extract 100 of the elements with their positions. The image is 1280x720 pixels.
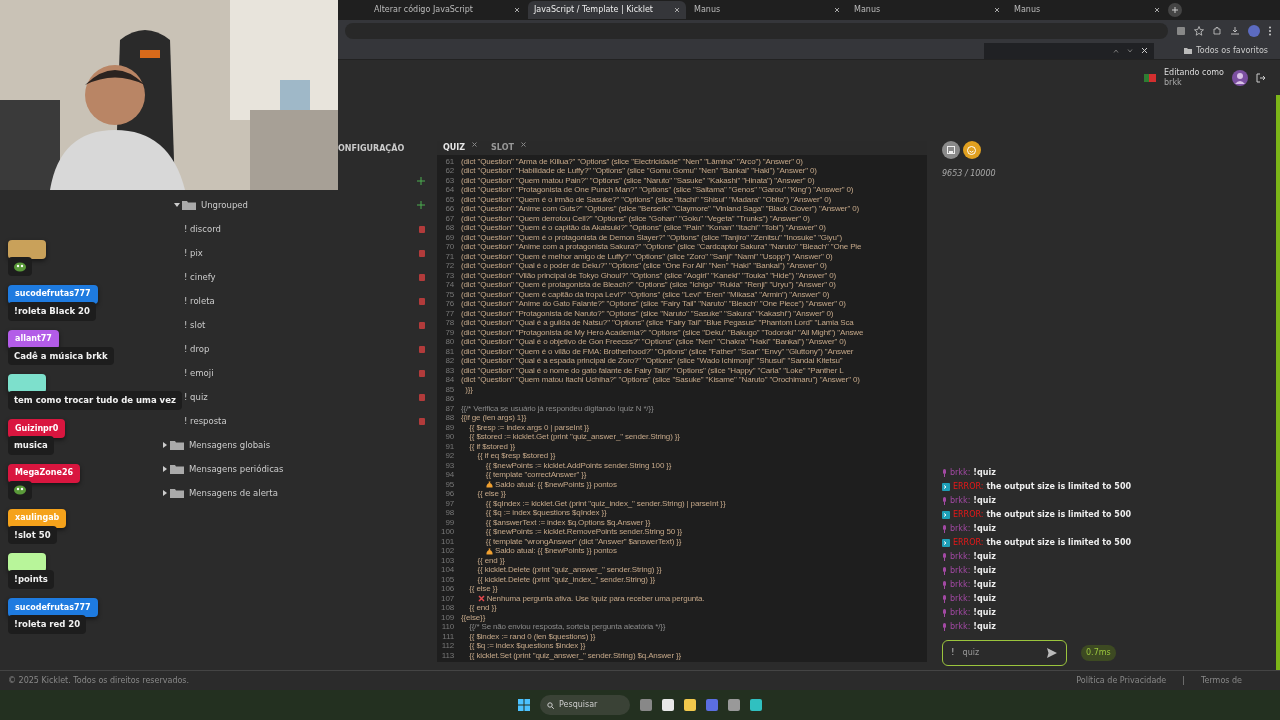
code-line: (dict "Question" "Quem é melhor amigo de Luffy?" "Options" (slice "Zoro" "Sanji" "Nami" "Usopp") "Answer" 0) xyxy=(461,251,833,263)
code-line: (dict "Question" "Qual é o objetivo de Gon Freecss?" "Options" (slice "Nen" "Chakra" "Haki" "Bankai") "Answer" 0) xyxy=(461,337,847,349)
username: brkk xyxy=(1164,77,1183,88)
menu-icon[interactable] xyxy=(1268,26,1272,36)
command-item[interactable]: ! roleta xyxy=(184,294,215,308)
logout-icon[interactable] xyxy=(1256,72,1266,83)
app-icon[interactable] xyxy=(640,699,652,711)
save-button[interactable] xyxy=(942,141,960,159)
username-badge: sucodefrutas777 xyxy=(8,598,98,617)
browser-tab[interactable]: JavaScript / Template | Kicklet xyxy=(528,1,686,19)
windows-icon[interactable] xyxy=(518,699,530,711)
app-icon[interactable] xyxy=(750,699,762,711)
trash-icon[interactable] xyxy=(419,297,425,305)
app-icon[interactable] xyxy=(728,699,740,711)
add-icon[interactable] xyxy=(417,177,425,185)
code-line: {{ template "correctAnswer" }} xyxy=(484,470,587,482)
console-message: the output size is limited to 500 xyxy=(986,481,1132,493)
close-icon[interactable] xyxy=(994,7,1000,13)
code-line: Nenhuma pergunta ativa. Use !quiz para receber uma pergunta. xyxy=(485,593,705,605)
trash-icon[interactable] xyxy=(419,273,425,281)
command-item[interactable]: ! discord xyxy=(184,222,221,236)
code-line: {{ $answerText := index $q.Options $q.Answer }} xyxy=(484,517,651,529)
chat-message: musica xyxy=(8,436,54,455)
command-item[interactable]: ! emoji xyxy=(184,366,214,380)
author-name: brkk: xyxy=(950,607,971,619)
trash-icon[interactable] xyxy=(419,417,425,425)
send-icon[interactable] xyxy=(1046,648,1057,658)
separator: | xyxy=(1182,674,1185,687)
username-badge: xaulingab xyxy=(8,508,67,528)
browser-tab[interactable]: Manus xyxy=(1008,1,1166,19)
footer-link[interactable]: Política de Privacidade xyxy=(1076,674,1167,687)
trash-icon[interactable] xyxy=(419,225,425,233)
close-icon[interactable] xyxy=(834,7,840,13)
profile-avatar[interactable] xyxy=(1248,25,1260,37)
section-title: ONFIGURAÇÃO xyxy=(337,143,406,155)
chat-message: !roleta Black 20 xyxy=(8,301,96,321)
console-message: !quiz xyxy=(973,579,996,591)
browser-tab[interactable]: Alterar código JavaScript xyxy=(368,1,526,19)
trash-icon[interactable] xyxy=(419,393,425,401)
code-line: {{ $q := index $questions $qIndex }} xyxy=(484,508,607,520)
code-line: (dict "Question" "Vilão principal de Tokyo Ghoul?" "Options" (slice "Aogiri" "Kaneki" "Touka" "Hide") "Answer" 0) xyxy=(461,270,837,282)
browser-tab[interactable]: Manus xyxy=(848,1,1006,19)
console-message: !quiz xyxy=(973,607,996,619)
app-icon[interactable] xyxy=(684,699,696,711)
new-tab-icon[interactable] xyxy=(1168,3,1182,17)
author-name: brkk: xyxy=(950,495,971,507)
command-item[interactable]: ! cinefy xyxy=(184,270,216,284)
command-input[interactable]: quiz xyxy=(960,646,1041,660)
trash-icon[interactable] xyxy=(419,321,425,329)
code-line: (dict "Question" "Quem é o protagonista de Demon Slayer?" "Options" (slice "Tanjiro" "Zenitsu" "Inosuke" "Giyu") xyxy=(461,232,842,244)
app-icon[interactable] xyxy=(662,699,674,711)
folder-label[interactable]: Mensagens globais xyxy=(189,438,271,452)
bookmarks-link[interactable]: Todos os favoritos xyxy=(1196,44,1268,57)
chat-input-box[interactable]: ! quiz xyxy=(942,640,1067,666)
code-line: {{ if eq $resp $stored }} xyxy=(476,451,556,463)
editor-tab[interactable]: SLOT xyxy=(491,142,526,154)
close-icon[interactable] xyxy=(674,7,680,13)
code-line: (dict "Question" "Qual é a espada principal de Zoro?" "Options" (slice "Wado Ichimonji" "Shusui" "Sandai Kitetsu" xyxy=(461,356,843,368)
editor-tab[interactable]: QUIZ xyxy=(443,142,478,154)
microphone-icon xyxy=(942,609,947,617)
command-item[interactable]: ! drop xyxy=(184,342,210,356)
trash-icon[interactable] xyxy=(419,249,425,257)
code-line: (dict "Question" "Qual é o poder de Deku?" "Options" (slice "One For All" "Nen" "Haki" "Bankai") "Answer" 0) xyxy=(461,261,827,273)
code-line: {{ else }} xyxy=(476,488,506,501)
trash-icon[interactable] xyxy=(419,369,425,377)
trash-icon[interactable] xyxy=(419,345,425,353)
close-icon[interactable] xyxy=(472,142,478,147)
code-line: {{ $newPoints := kicklet.RemovePoints sender.String 50 }} xyxy=(484,527,683,539)
user-avatar xyxy=(1232,69,1248,86)
app-icon[interactable] xyxy=(706,699,718,711)
code-line: {{/* Verifica se usuário já respondeu digitando !quiz N */}} xyxy=(461,402,654,415)
star-icon[interactable] xyxy=(1194,26,1204,36)
console-message: the output size is limited to 500 xyxy=(986,509,1132,521)
search-placeholder: Pesquisar xyxy=(559,699,598,711)
close-icon[interactable] xyxy=(514,7,520,13)
code-line: (dict "Question" "Arma de Killua?" "Options" (slice "Electricidade" "Nen" "Lâmina" "Arco") "Answer" 0) xyxy=(461,155,803,168)
folder-label[interactable]: Ungrouped xyxy=(201,198,248,212)
folder-label[interactable]: Mensagens periódicas xyxy=(189,462,284,476)
command-item[interactable]: ! pix xyxy=(184,246,203,260)
extension-icon[interactable] xyxy=(1176,26,1186,36)
close-icon[interactable] xyxy=(1154,7,1160,13)
folder-icon xyxy=(170,440,184,450)
microphone-icon xyxy=(942,497,947,505)
download-icon[interactable] xyxy=(1230,26,1240,36)
browser-tab[interactable]: Manus xyxy=(688,1,846,19)
footer-link[interactable]: Termos de xyxy=(1201,674,1242,687)
command-item[interactable]: ! slot xyxy=(184,318,206,332)
folder-label[interactable]: Mensagens de alerta xyxy=(189,486,278,500)
caret-icon[interactable] xyxy=(172,201,182,209)
close-icon[interactable] xyxy=(1141,47,1149,54)
taskbar-search[interactable]: Pesquisar xyxy=(540,695,630,715)
command-item[interactable]: ! quiz xyxy=(184,390,208,404)
add-icon[interactable] xyxy=(417,201,425,209)
line-number: 61 xyxy=(444,155,455,168)
command-item[interactable]: ! resposta xyxy=(184,414,227,428)
emoji-button[interactable] xyxy=(962,141,981,159)
console-message: the output size is limited to 500 xyxy=(986,537,1132,549)
code-line: {{ end }} xyxy=(468,602,497,615)
microphone-icon xyxy=(942,525,947,533)
close-icon[interactable] xyxy=(520,142,526,147)
